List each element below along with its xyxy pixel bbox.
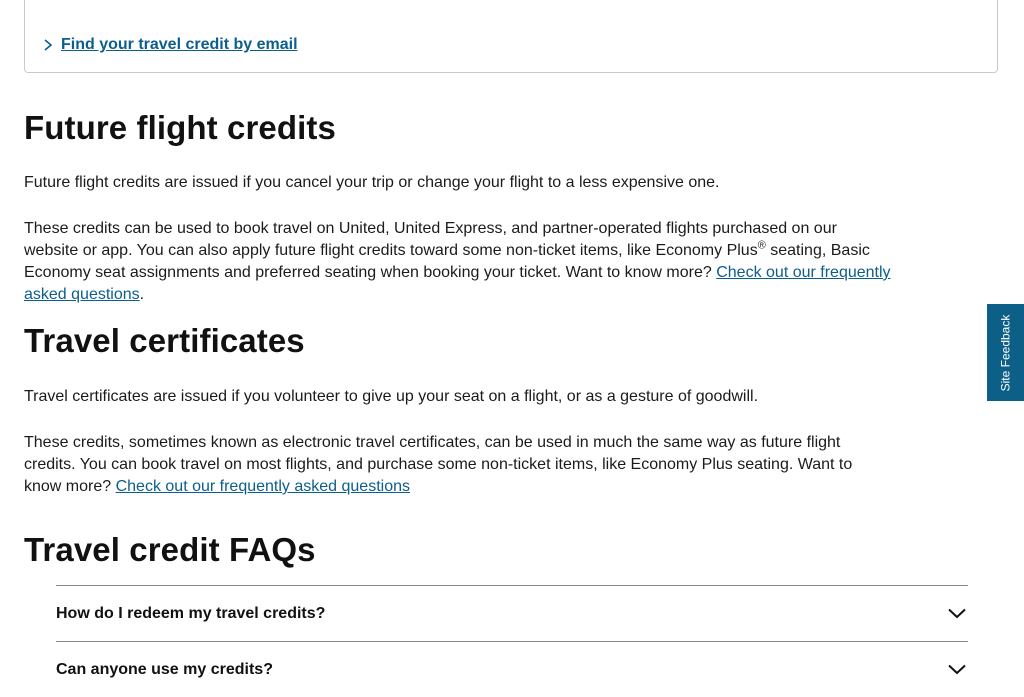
site-feedback-tab[interactable]: Site Feedback	[987, 304, 1024, 401]
future-flight-credits-heading: Future flight credits	[24, 109, 336, 146]
site-feedback-label: Site Feedback	[998, 314, 1013, 391]
certificates-faq-link[interactable]: Check out our frequently asked questions	[116, 478, 410, 495]
chevron-down-icon	[948, 664, 966, 675]
future-credits-text-a: These credits can be used to book travel…	[24, 220, 837, 259]
future-credits-intro: Future flight credits are issued if you …	[24, 174, 720, 191]
travel-credit-faqs-heading: Travel credit FAQs	[24, 531, 316, 568]
faq-item-redeem[interactable]: How do I redeem my travel credits?	[56, 585, 968, 641]
faq-question: Can anyone use my credits?	[56, 660, 273, 678]
faq-item-who-can-use[interactable]: Can anyone use my credits?	[56, 641, 968, 697]
chevron-right-icon	[44, 39, 53, 51]
find-credit-by-email-label: Find your travel credit by email	[61, 36, 298, 53]
registered-mark: ®	[757, 239, 766, 252]
travel-certificates-heading: Travel certificates	[24, 322, 305, 359]
future-credits-text-end: .	[139, 286, 145, 303]
certificates-intro: Travel certificates are issued if you vo…	[24, 388, 759, 405]
faq-question: How do I redeem my travel credits?	[56, 604, 326, 622]
find-credit-by-email-link[interactable]: Find your travel credit by email	[43, 36, 298, 54]
faq-accordion: How do I redeem my travel credits? Can a…	[56, 585, 968, 697]
chevron-down-icon	[948, 608, 966, 619]
certificates-details: These credits, sometimes known as electr…	[24, 432, 894, 498]
future-credits-details: These credits can be used to book travel…	[24, 218, 894, 306]
email-lookup-card: Find your travel credit by email	[24, 0, 998, 73]
